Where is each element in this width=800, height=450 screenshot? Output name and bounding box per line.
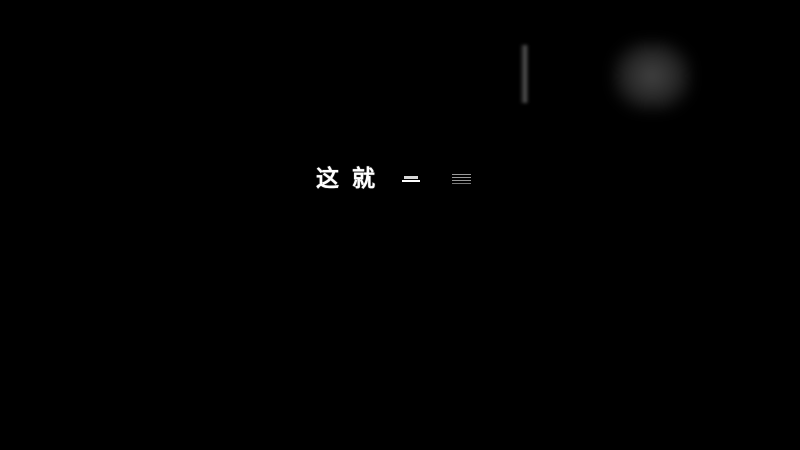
blurred-light-edge xyxy=(520,45,528,103)
caption-partial-glyph-2 xyxy=(452,174,471,184)
caption-text: 这 就 xyxy=(316,163,375,195)
blurred-light-patch xyxy=(612,40,692,112)
caption-partial-glyph-1 xyxy=(402,176,420,183)
caption-char-2: 就 xyxy=(352,166,375,192)
video-frame: 这 就 xyxy=(0,0,800,450)
caption-char-1: 这 xyxy=(316,166,339,192)
